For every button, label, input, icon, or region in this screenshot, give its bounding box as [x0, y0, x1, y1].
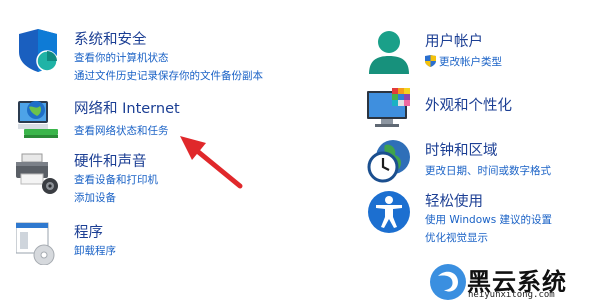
category-appearance: 外观和个性化 — [367, 88, 587, 132]
category-clock-region: 时钟和区域 更改日期、时间或数字格式 — [367, 139, 587, 187]
change-account-type-label: 更改帐户类型 — [439, 56, 502, 68]
optimize-visual-display-link[interactable]: 优化视觉显示 — [425, 230, 488, 245]
category-network: 网络和 Internet 查看网络状态和任务 — [16, 97, 296, 147]
hardware-sound-title[interactable]: 硬件和声音 — [74, 150, 147, 171]
clock-icon[interactable] — [367, 139, 411, 183]
category-hardware-sound: 硬件和声音 查看设备和打印机 添加设备 — [16, 150, 296, 206]
user-accounts-title[interactable]: 用户帐户 — [425, 30, 483, 51]
view-devices-printers-link[interactable]: 查看设备和打印机 — [74, 172, 158, 187]
uninstall-program-link[interactable]: 卸载程序 — [74, 243, 116, 258]
printer-icon[interactable] — [16, 150, 60, 194]
ease-of-access-icon[interactable] — [367, 190, 411, 234]
system-security-title[interactable]: 系统和安全 — [74, 28, 147, 49]
watermark-url: heiyunxitong.com — [468, 290, 555, 300]
change-account-type-link[interactable]: 更改帐户类型 — [425, 54, 502, 69]
network-title[interactable]: 网络和 Internet — [74, 97, 180, 118]
category-ease-of-access: 轻松使用 使用 Windows 建议的设置 优化视觉显示 — [367, 190, 587, 248]
category-system-security: 系统和安全 查看你的计算机状态 通过文件历史记录保存你的文件备份副本 — [16, 28, 296, 88]
change-date-time-format-link[interactable]: 更改日期、时间或数字格式 — [425, 163, 551, 178]
watermark-logo — [430, 264, 466, 300]
programs-title[interactable]: 程序 — [74, 221, 103, 242]
category-programs: 程序 卸载程序 — [16, 221, 296, 265]
view-network-status-link[interactable]: 查看网络状态和任务 — [74, 123, 169, 138]
shield-icon[interactable] — [16, 28, 60, 72]
file-history-link[interactable]: 通过文件历史记录保存你的文件备份副本 — [74, 68, 263, 83]
ease-of-access-title[interactable]: 轻松使用 — [425, 190, 483, 211]
appearance-title[interactable]: 外观和个性化 — [425, 94, 512, 115]
network-icon[interactable] — [16, 97, 60, 141]
windows-suggested-settings-link[interactable]: 使用 Windows 建议的设置 — [425, 212, 552, 227]
programs-icon[interactable] — [16, 221, 60, 265]
category-user-accounts: 用户帐户 更改帐户类型 — [367, 30, 587, 78]
user-icon[interactable] — [367, 30, 411, 74]
uac-shield-icon — [425, 55, 436, 67]
view-computer-status-link[interactable]: 查看你的计算机状态 — [74, 50, 169, 65]
appearance-icon[interactable] — [367, 88, 411, 132]
add-device-link[interactable]: 添加设备 — [74, 190, 116, 205]
clock-region-title[interactable]: 时钟和区域 — [425, 139, 498, 160]
